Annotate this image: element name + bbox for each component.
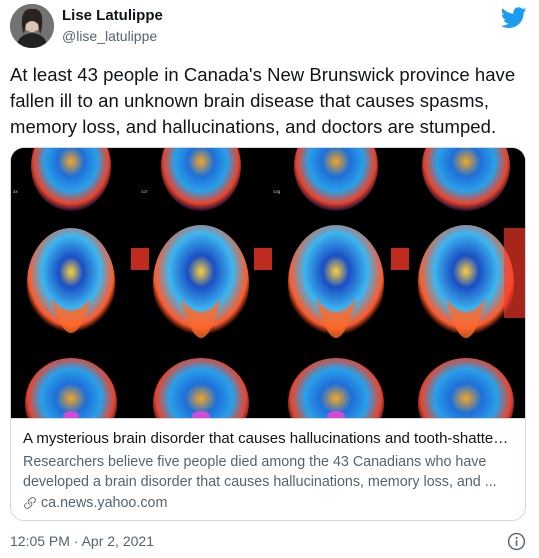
brain-mri-image: ax cor sag xyxy=(11,148,525,418)
card-domain-text[interactable]: ca.news.yahoo.com xyxy=(41,493,167,513)
info-icon[interactable] xyxy=(507,532,526,551)
tweet-timestamp[interactable]: 12:05 PM · Apr 2, 2021 xyxy=(10,532,154,550)
scan-label: sag xyxy=(273,189,281,194)
scan-label: ax xyxy=(13,189,18,194)
card-domain[interactable]: ca.news.yahoo.com xyxy=(23,493,513,513)
twitter-bird-icon[interactable] xyxy=(501,7,527,29)
card-description: Researchers believe five people died amo… xyxy=(23,454,497,490)
card-title[interactable]: A mysterious brain disorder that causes … xyxy=(23,429,513,449)
card-image[interactable]: ax cor sag xyxy=(11,148,525,418)
card-body[interactable]: A mysterious brain disorder that causes … xyxy=(11,418,525,520)
scan-label: cor xyxy=(141,189,149,194)
tweet-text: At least 43 people in Canada's New Bruns… xyxy=(10,64,516,137)
avatar[interactable] xyxy=(10,4,54,48)
author-name[interactable]: Lise Latulippe xyxy=(62,7,163,25)
link-card[interactable]: ax cor sag A mysterious brain disorder t… xyxy=(10,147,526,521)
link-icon xyxy=(24,497,36,509)
author-handle[interactable]: @lise_latulippe xyxy=(62,27,157,45)
avatar-photo xyxy=(10,4,54,48)
tweet[interactable]: Lise Latulippe @lise_latulippe At least … xyxy=(0,0,539,558)
